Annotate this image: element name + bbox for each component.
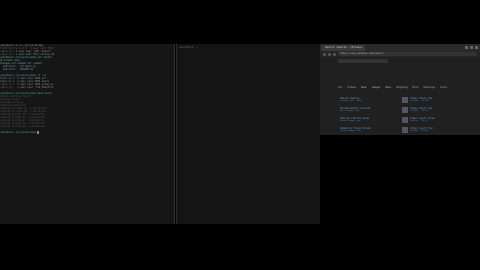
browser-page: All Videos News Images Maps Shopping More Setti… bbox=[320, 57, 480, 135]
search-nav-item[interactable]: News bbox=[361, 86, 367, 89]
result-subtitle: docs.example.com bbox=[340, 110, 360, 112]
forward-icon[interactable] bbox=[328, 52, 331, 56]
search-nav-item[interactable]: Maps bbox=[385, 86, 391, 89]
back-icon[interactable] bbox=[323, 52, 326, 56]
search-nav-item[interactable]: More bbox=[413, 86, 419, 89]
result-subtitle: forum.example.com bbox=[340, 130, 361, 132]
results-left: Result heading example.com › page Document… bbox=[340, 97, 395, 135]
result-subtitle: YouTube · 12:04 bbox=[410, 100, 429, 102]
result-item[interactable]: Video result four YouTube · 10:02 bbox=[402, 127, 457, 133]
thumbnail-icon bbox=[402, 117, 408, 123]
thumbnail-icon bbox=[402, 107, 408, 113]
terminal-output: user@host:~$ cd ~/projects/app total 48 d… bbox=[0, 44, 174, 134]
result-subtitle: YouTube · 10:02 bbox=[410, 130, 429, 132]
window-controls bbox=[465, 46, 478, 49]
minimize-icon[interactable] bbox=[465, 46, 468, 49]
search-nav-item[interactable]: Tools bbox=[440, 86, 447, 89]
browser-window[interactable]: Search results - Browser https://www.exa… bbox=[320, 44, 480, 135]
result-subtitle: YouTube · 05:17 bbox=[410, 120, 429, 122]
result-item[interactable]: Getting started guide guide.example.com bbox=[340, 117, 395, 123]
results-right: Video result one YouTube · 12:04 Video res… bbox=[402, 97, 457, 135]
search-nav: All Videos News Images Maps Shopping More Setti… bbox=[338, 86, 462, 89]
address-bar[interactable]: https://www.example.com/search bbox=[338, 52, 477, 56]
terminal-line: user@host:~/projects/app$ bbox=[0, 131, 40, 134]
terminal-title: user@host: ~ bbox=[179, 46, 198, 49]
result-item[interactable]: Result heading example.com › page bbox=[340, 97, 395, 103]
result-item[interactable]: Community forum thread forum.example.com bbox=[340, 127, 395, 133]
result-item[interactable]: Video result three YouTube · 05:17 bbox=[402, 117, 457, 123]
browser-tab-bar: Search results - Browser bbox=[320, 44, 480, 51]
search-nav-item[interactable]: Images bbox=[372, 86, 381, 89]
result-item[interactable]: Video result one YouTube · 12:04 bbox=[402, 97, 457, 103]
terminal-left[interactable]: user@host:~$ cd ~/projects/app total 48 d… bbox=[0, 44, 175, 224]
result-subtitle: YouTube · 08:31 bbox=[410, 110, 429, 112]
terminal-middle[interactable]: user@host: ~ bbox=[176, 44, 320, 224]
result-subtitle: guide.example.com bbox=[340, 120, 361, 122]
reload-icon[interactable] bbox=[333, 52, 336, 56]
search-nav-item[interactable]: Settings bbox=[423, 86, 435, 89]
search-nav-item[interactable]: Videos bbox=[347, 86, 356, 89]
close-icon[interactable] bbox=[475, 46, 478, 49]
result-item[interactable]: Documentation overview docs.example.com bbox=[340, 107, 395, 113]
thumbnail-icon bbox=[402, 127, 408, 133]
result-subtitle: example.com › page bbox=[340, 100, 362, 102]
thumbnail-icon bbox=[402, 97, 408, 103]
search-nav-item[interactable]: All bbox=[338, 86, 342, 89]
search-nav-item[interactable]: Shopping bbox=[396, 86, 408, 89]
cursor bbox=[37, 131, 40, 134]
browser-tab[interactable]: Search results - Browser bbox=[322, 44, 366, 51]
search-input[interactable] bbox=[338, 59, 388, 63]
result-item[interactable]: Video result two YouTube · 08:31 bbox=[402, 107, 457, 113]
maximize-icon[interactable] bbox=[470, 46, 473, 49]
